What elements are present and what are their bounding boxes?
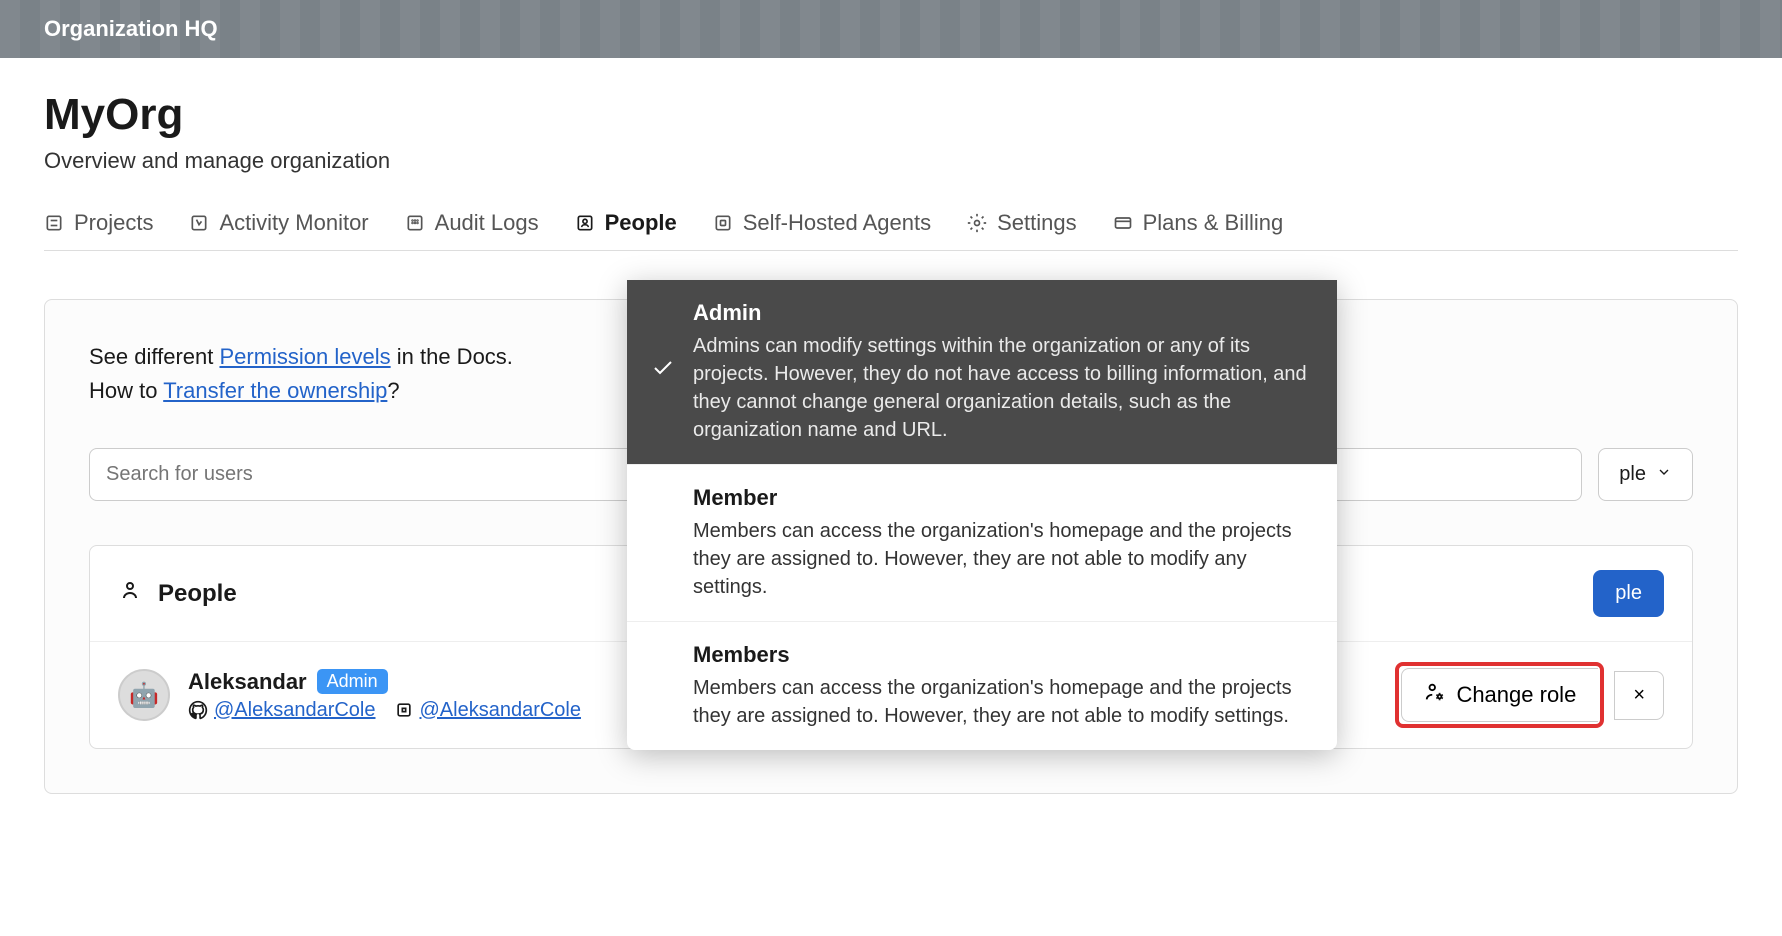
projects-icon <box>44 213 64 233</box>
gear-icon <box>967 213 987 233</box>
role-option-members[interactable]: Members Members can access the organizat… <box>627 622 1337 750</box>
tab-label: Audit Logs <box>435 210 539 236</box>
docs-prefix: See different <box>89 344 219 369</box>
tab-label: Settings <box>997 210 1077 236</box>
role-option-member[interactable]: Member Members can access the organizati… <box>627 465 1337 622</box>
role-description: Members can access the organization's ho… <box>693 674 1313 730</box>
add-people-button[interactable]: ple <box>1593 570 1664 617</box>
bitbucket-icon <box>394 700 414 720</box>
org-name: MyOrg <box>44 90 1738 140</box>
check-icon <box>651 356 675 380</box>
avatar: 🤖 <box>118 669 170 721</box>
change-role-highlight: Change role <box>1395 662 1604 728</box>
add-people-label: ple <box>1615 582 1642 604</box>
activity-icon <box>189 213 209 233</box>
audit-icon <box>405 213 425 233</box>
tab-people[interactable]: People <box>575 210 677 236</box>
docs-suffix: in the Docs. <box>391 344 513 369</box>
agents-icon <box>713 213 733 233</box>
role-option-admin[interactable]: Admin Admins can modify settings within … <box>627 280 1337 465</box>
person-outline-icon <box>118 578 142 609</box>
change-role-button[interactable]: Change role <box>1401 668 1598 722</box>
tab-label: Activity Monitor <box>219 210 368 236</box>
tab-settings[interactable]: Settings <box>967 210 1077 236</box>
card-icon <box>1113 213 1133 233</box>
filter-select[interactable]: ple <box>1598 448 1693 501</box>
top-banner: Organization HQ <box>0 0 1782 58</box>
tab-label: Projects <box>74 210 153 236</box>
close-icon: × <box>1633 684 1645 706</box>
role-title: Member <box>693 485 1313 511</box>
tab-label: Self-Hosted Agents <box>743 210 931 236</box>
howto-prefix: How to <box>89 378 163 403</box>
tab-label: Plans & Billing <box>1143 210 1284 236</box>
tab-audit-logs[interactable]: Audit Logs <box>405 210 539 236</box>
tab-billing[interactable]: Plans & Billing <box>1113 210 1284 236</box>
remove-person-button[interactable]: × <box>1614 671 1664 720</box>
alt-handle-link[interactable]: @AleksandarCole <box>420 699 582 722</box>
howto-suffix: ? <box>387 378 399 403</box>
tab-activity[interactable]: Activity Monitor <box>189 210 368 236</box>
role-dropdown: Admin Admins can modify settings within … <box>627 280 1337 750</box>
person-name: Aleksandar <box>188 669 307 695</box>
people-heading: People <box>158 580 237 608</box>
banner-title: Organization HQ <box>44 16 218 41</box>
change-role-label: Change role <box>1456 682 1576 708</box>
chevron-down-icon <box>1656 463 1672 486</box>
github-icon <box>188 700 208 720</box>
role-description: Admins can modify settings within the or… <box>693 332 1313 444</box>
permission-levels-link[interactable]: Permission levels <box>219 344 390 369</box>
nav-tabs: Projects Activity Monitor Audit Logs Peo… <box>44 210 1738 251</box>
main-panel: Admin Admins can modify settings within … <box>44 299 1738 794</box>
role-title: Members <box>693 642 1313 668</box>
tab-agents[interactable]: Self-Hosted Agents <box>713 210 931 236</box>
transfer-ownership-link[interactable]: Transfer the ownership <box>163 378 387 403</box>
github-handle-link[interactable]: @AleksandarCole <box>214 699 376 722</box>
role-title: Admin <box>693 300 1313 326</box>
filter-label: ple <box>1619 463 1646 486</box>
person-gear-icon <box>1424 681 1446 709</box>
tab-label: People <box>605 210 677 236</box>
role-description: Members can access the organization's ho… <box>693 517 1313 601</box>
role-badge: Admin <box>317 669 388 694</box>
tab-projects[interactable]: Projects <box>44 210 153 236</box>
org-subtitle: Overview and manage organization <box>44 148 1738 174</box>
people-icon <box>575 213 595 233</box>
